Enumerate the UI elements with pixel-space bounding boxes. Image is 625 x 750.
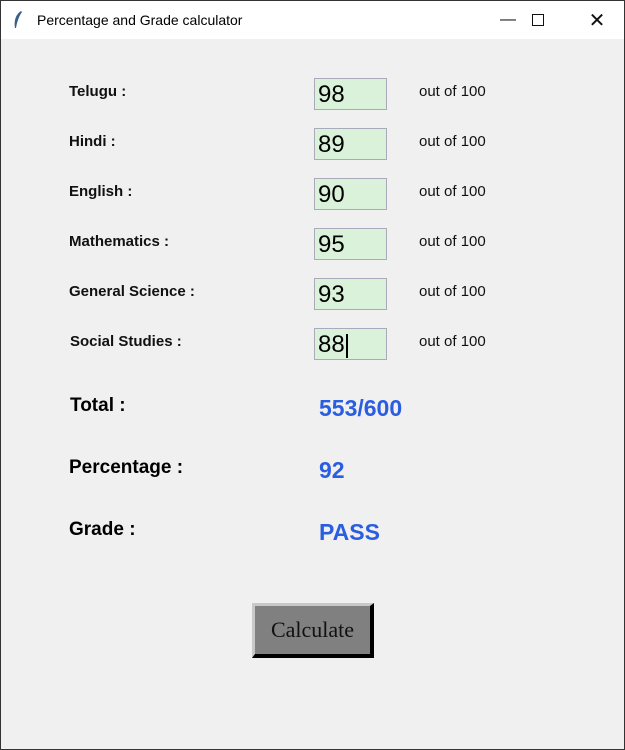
english-input[interactable]: 90 xyxy=(314,178,387,210)
english-label: English : xyxy=(69,183,133,200)
total-label: Total : xyxy=(70,395,126,416)
close-icon: ✕ xyxy=(588,9,606,32)
app-window: Percentage and Grade calculator — ✕ Telu… xyxy=(0,0,625,750)
mathematics-label: Mathematics : xyxy=(69,233,170,250)
hindi-max: out of 100 xyxy=(419,133,486,150)
social-max: out of 100 xyxy=(419,333,486,350)
maximize-icon xyxy=(532,14,544,26)
telugu-label: Telugu : xyxy=(69,83,127,100)
telugu-max: out of 100 xyxy=(419,83,486,100)
title-bar: Percentage and Grade calculator — ✕ xyxy=(1,1,624,39)
minimize-icon: — xyxy=(500,11,516,28)
hindi-label: Hindi : xyxy=(69,133,116,150)
english-max: out of 100 xyxy=(419,183,486,200)
telugu-input[interactable]: 98 xyxy=(314,78,387,110)
grade-label: Grade : xyxy=(69,519,136,540)
close-button[interactable]: ✕ xyxy=(574,1,620,39)
calculate-button[interactable]: Calculate xyxy=(252,603,374,658)
mathematics-input[interactable]: 95 xyxy=(314,228,387,260)
social-label: Social Studies : xyxy=(70,333,182,350)
mathematics-max: out of 100 xyxy=(419,233,486,250)
maximize-button[interactable] xyxy=(515,1,561,39)
hindi-input[interactable]: 89 xyxy=(314,128,387,160)
percentage-value: 92 xyxy=(319,457,345,483)
grade-value: PASS xyxy=(319,519,380,545)
total-value: 553/600 xyxy=(319,395,403,421)
science-input[interactable]: 93 xyxy=(314,278,387,310)
feather-icon xyxy=(14,11,22,28)
percentage-label: Percentage : xyxy=(69,457,184,478)
window-title: Percentage and Grade calculator xyxy=(37,12,243,28)
social-input[interactable]: 88 xyxy=(314,328,387,360)
science-max: out of 100 xyxy=(419,283,486,300)
text-cursor xyxy=(345,333,348,358)
social-input-value: 88 xyxy=(318,331,345,358)
science-label: General Science : xyxy=(69,283,195,300)
